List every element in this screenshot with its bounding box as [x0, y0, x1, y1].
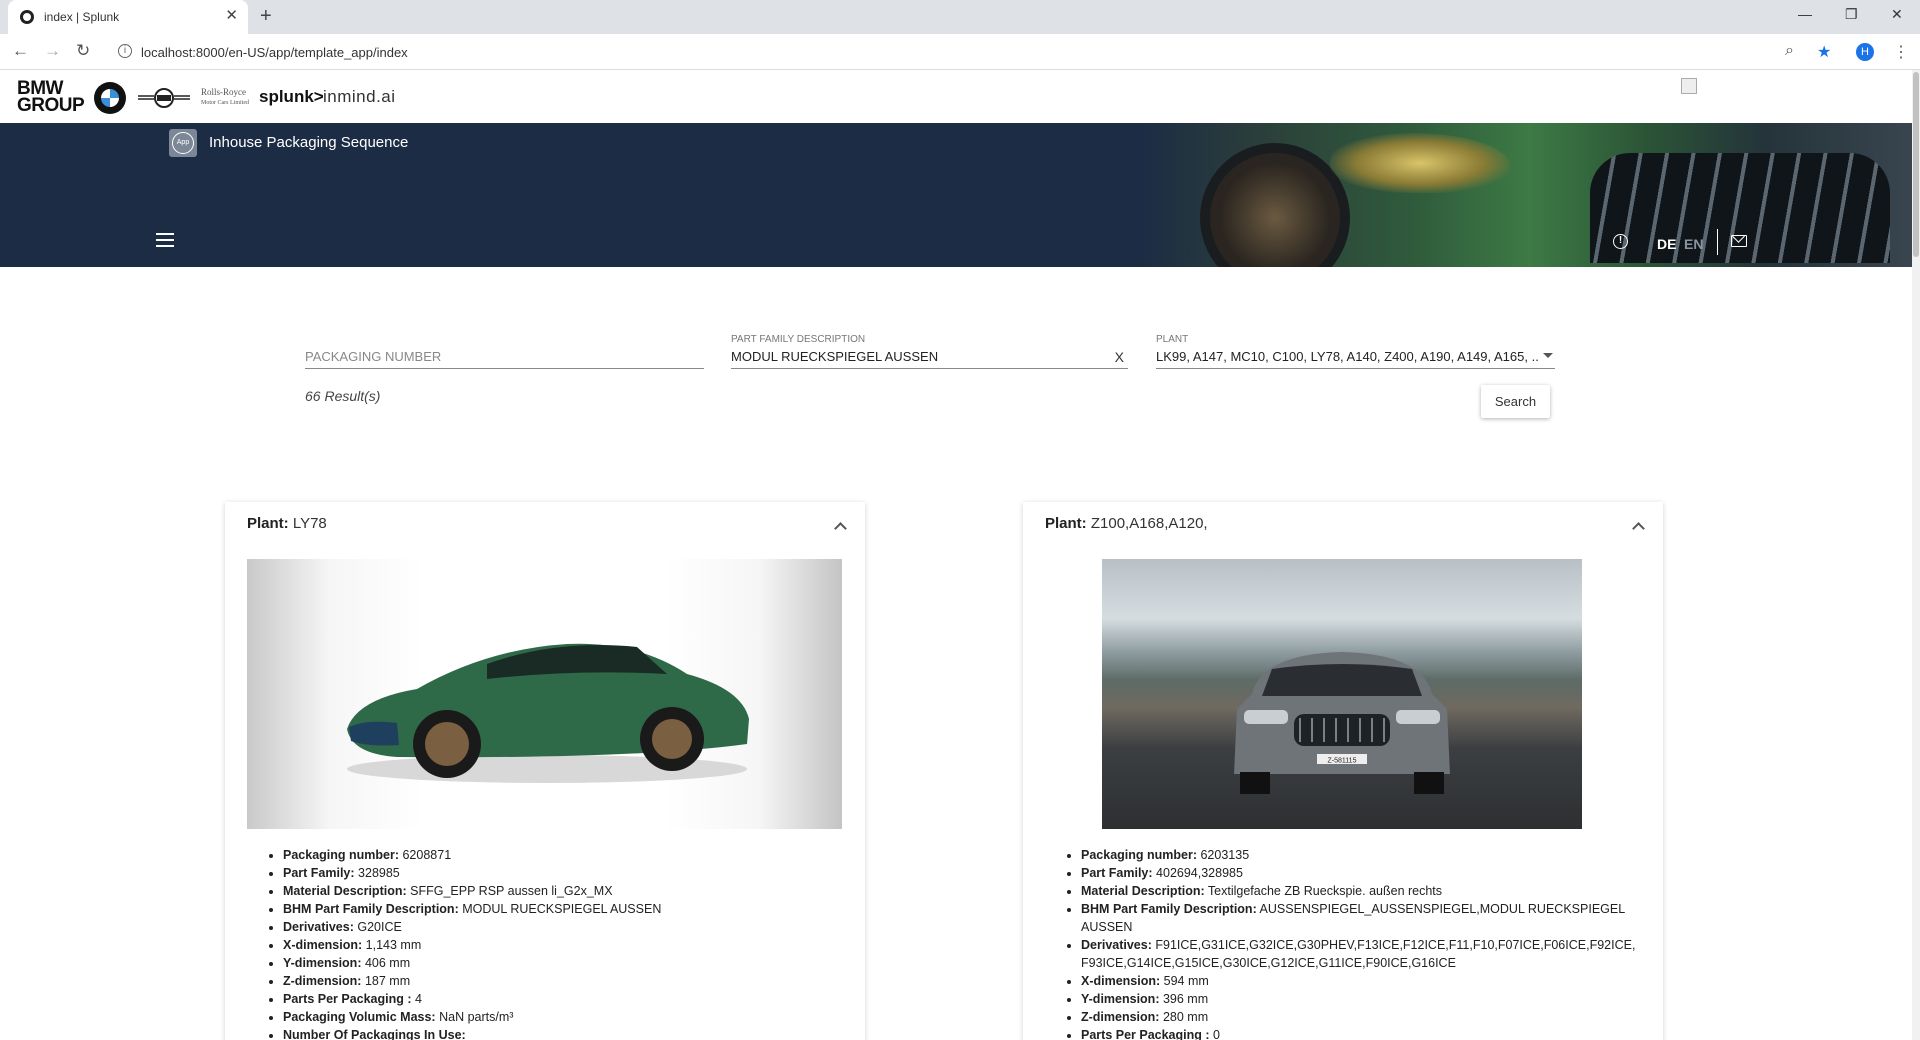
detail-item: X-dimension: 1,143 mm	[283, 936, 843, 954]
plant-label: PLANT	[1156, 334, 1189, 345]
language-de[interactable]: DE	[1657, 236, 1676, 252]
result-card: Plant: Z100,A168,A120, Z-581115 Packagin…	[1023, 502, 1663, 1040]
bmw-roundel-logo	[94, 82, 126, 114]
address-bar[interactable]: localhost:8000/en-US/app/template_app/in…	[141, 45, 408, 60]
splunk-logo: splunk>	[259, 87, 324, 106]
part-family-field[interactable]: PART FAMILY DESCRIPTION MODUL RUECKSPIEG…	[731, 331, 1128, 369]
detail-item: Part Family: 328985	[283, 864, 843, 882]
detail-item: Material Description: SFFG_EPP RSP ausse…	[283, 882, 843, 900]
detail-item: Z-dimension: 280 mm	[1081, 1008, 1641, 1026]
browser-toolbar: ← → ↻ i localhost:8000/en-US/app/templat…	[0, 34, 1920, 70]
detail-item: Parts Per Packaging : 0	[1081, 1026, 1641, 1040]
app-header: App Inhouse Packaging Sequence ! DE EN	[0, 123, 1920, 267]
caret-down-icon[interactable]	[1543, 353, 1553, 358]
part-family-value[interactable]: MODUL RUECKSPIEGEL AUSSEN	[731, 349, 938, 364]
new-tab-icon[interactable]: +	[260, 5, 272, 28]
minimize-icon[interactable]: —	[1798, 6, 1812, 22]
search-button[interactable]: Search	[1481, 385, 1550, 418]
app-icon: App	[169, 129, 197, 157]
result-count: 66 Result(s)	[305, 388, 381, 404]
broken-image-icon	[1681, 78, 1697, 94]
chevron-up-icon[interactable]	[834, 522, 847, 535]
detail-item: Packaging number: 6203135	[1081, 846, 1641, 864]
detail-item: BHM Part Family Description: AUSSENSPIEG…	[1081, 900, 1641, 936]
reload-icon[interactable]: ↻	[76, 41, 90, 61]
detail-item: Part Family: 402694,328985	[1081, 864, 1641, 882]
plant-value[interactable]: LK99, A147, MC10, C100, LY78, A140, Z400…	[1156, 349, 1538, 364]
bmw-group-logo: BMW GROUP	[17, 78, 85, 116]
page-scrollbar[interactable]	[1912, 70, 1920, 1040]
app-title: Inhouse Packaging Sequence	[209, 134, 409, 151]
card-plant: Plant: LY78	[247, 515, 327, 532]
mini-logo	[138, 88, 190, 108]
packaging-number-placeholder: PACKAGING NUMBER	[305, 349, 442, 364]
detail-item: Z-dimension: 187 mm	[283, 972, 843, 990]
license-plate: Z-581115	[1328, 758, 1357, 765]
header-hero-image	[1140, 123, 1920, 267]
detail-item: Parts Per Packaging : 4	[283, 990, 843, 1008]
part-family-label: PART FAMILY DESCRIPTION	[731, 334, 866, 345]
chevron-up-icon[interactable]	[1632, 522, 1645, 535]
plant-select[interactable]: PLANT LK99, A147, MC10, C100, LY78, A140…	[1156, 331, 1555, 369]
rolls-royce-logo: Rolls-Royce Motor Cars Limited	[201, 87, 249, 107]
splunk-favicon-icon	[20, 10, 34, 24]
detail-item: Packaging Volumic Mass: NaN parts/m³	[283, 1008, 843, 1026]
window-close-icon[interactable]: ✕	[1891, 6, 1903, 23]
result-card: Plant: LY78 Packaging number: 6208871 Pa…	[225, 502, 865, 1040]
car-image	[247, 559, 842, 829]
detail-item: Number Of Packagings In Use:	[283, 1026, 843, 1040]
detail-item: Packaging number: 6208871	[283, 846, 843, 864]
brand-bar: BMW GROUP Rolls-Royce Motor Cars Limited s…	[0, 70, 1920, 123]
card-plant: Plant: Z100,A168,A120,	[1045, 515, 1208, 532]
restore-icon[interactable]: ❐	[1845, 6, 1858, 23]
zoom-icon[interactable]: ⌕	[1785, 42, 1794, 60]
detail-item: Material Description: Textilgefache ZB R…	[1081, 882, 1641, 900]
menu-kebab-icon[interactable]: ⋮	[1893, 42, 1909, 62]
mail-icon[interactable]	[1731, 235, 1747, 247]
car-image: Z-581115	[1102, 559, 1582, 829]
tab-title: index | Splunk	[44, 10, 120, 24]
header-divider	[1717, 229, 1718, 255]
back-icon[interactable]: ←	[12, 41, 29, 61]
packaging-details-list: Packaging number: 6208871 Part Family: 3…	[283, 846, 843, 1040]
profile-avatar[interactable]: H	[1856, 43, 1874, 61]
clear-part-family-button[interactable]: X	[1115, 349, 1124, 365]
detail-item: BHM Part Family Description: MODUL RUECK…	[283, 900, 843, 918]
detail-item: Derivatives: G20ICE	[283, 918, 843, 936]
language-en[interactable]: EN	[1684, 236, 1703, 252]
browser-tab[interactable]: index | Splunk ✕	[8, 0, 248, 34]
site-info-icon[interactable]: i	[118, 44, 132, 58]
close-tab-icon[interactable]: ✕	[225, 6, 238, 24]
detail-item: X-dimension: 594 mm	[1081, 972, 1641, 990]
forward-icon[interactable]: →	[44, 41, 61, 61]
inmind-logo: inmind.ai	[323, 87, 396, 106]
packaging-number-field[interactable]: PACKAGING NUMBER	[305, 331, 704, 369]
detail-item: Y-dimension: 396 mm	[1081, 990, 1641, 1008]
bookmark-star-icon[interactable]: ★	[1817, 42, 1831, 62]
detail-item: Derivatives: F91ICE,G31ICE,G32ICE,G30PHE…	[1081, 936, 1641, 972]
hamburger-menu-icon[interactable]	[156, 233, 174, 247]
info-icon[interactable]: !	[1613, 234, 1628, 249]
detail-item: Y-dimension: 406 mm	[283, 954, 843, 972]
scrollbar-thumb[interactable]	[1913, 72, 1919, 257]
packaging-details-list: Packaging number: 6203135 Part Family: 4…	[1081, 846, 1641, 1040]
browser-tab-bar: index | Splunk ✕ + — ❐ ✕	[0, 0, 1920, 34]
